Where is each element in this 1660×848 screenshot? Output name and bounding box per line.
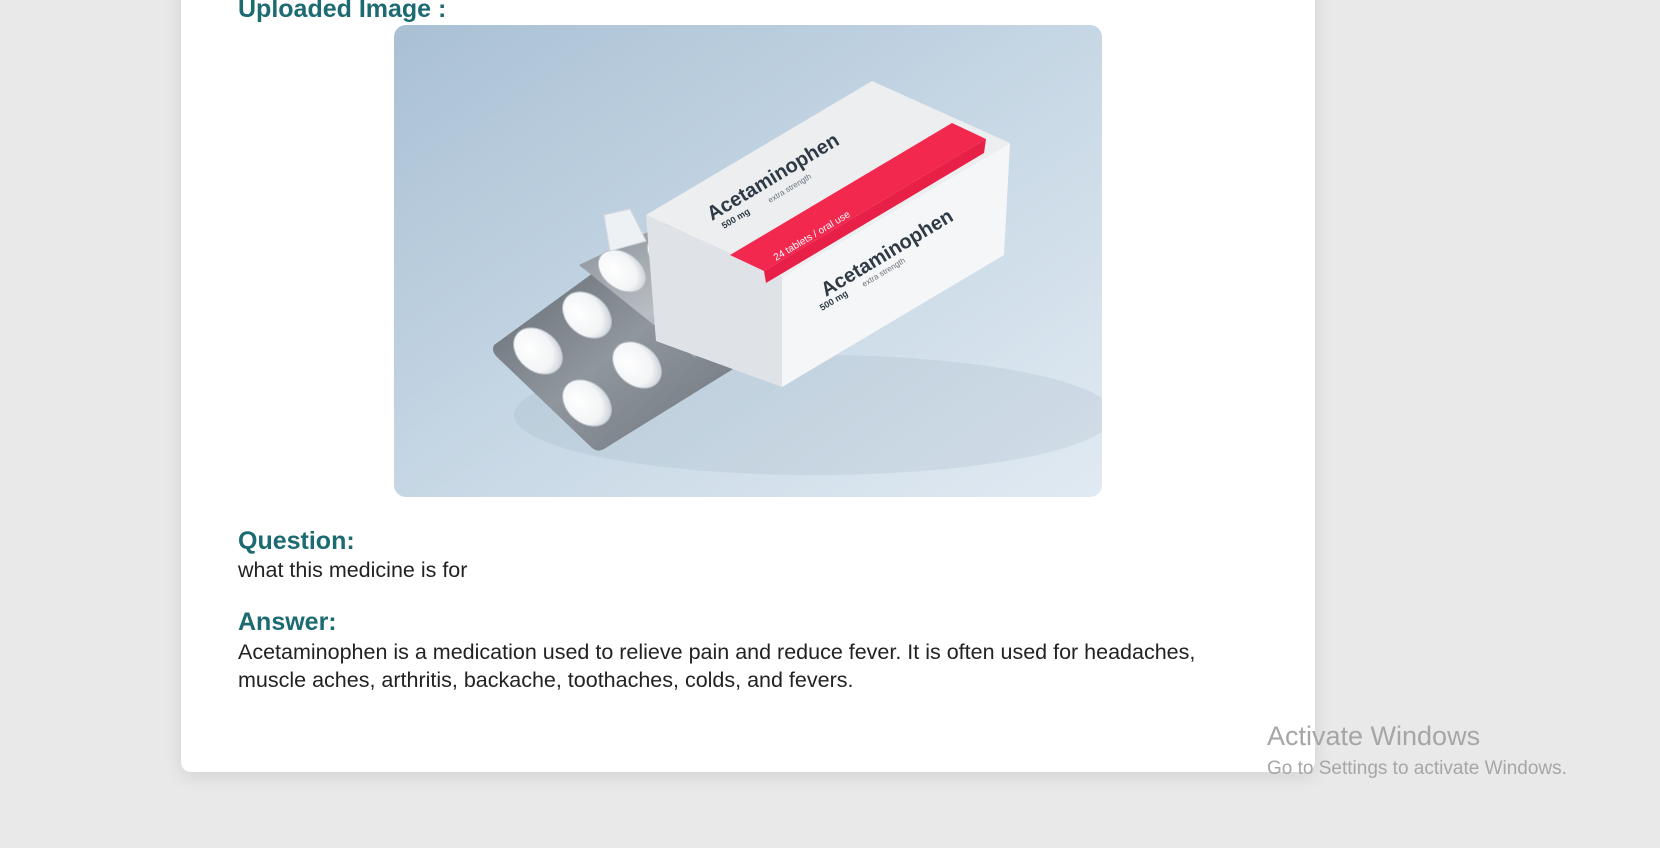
answer-heading: Answer: (238, 608, 337, 636)
uploaded-image: Acetaminophen 500 mg extra strength 24 t… (394, 25, 1102, 497)
uploaded-image-heading: Uploaded Image : (238, 0, 447, 23)
answer-text: Acetaminophen is a medication used to re… (238, 640, 1196, 692)
question-heading: Question: (238, 527, 355, 555)
question-text: what this medicine is for (238, 558, 468, 582)
medicine-photo: Acetaminophen 500 mg extra strength 24 t… (394, 25, 1102, 497)
